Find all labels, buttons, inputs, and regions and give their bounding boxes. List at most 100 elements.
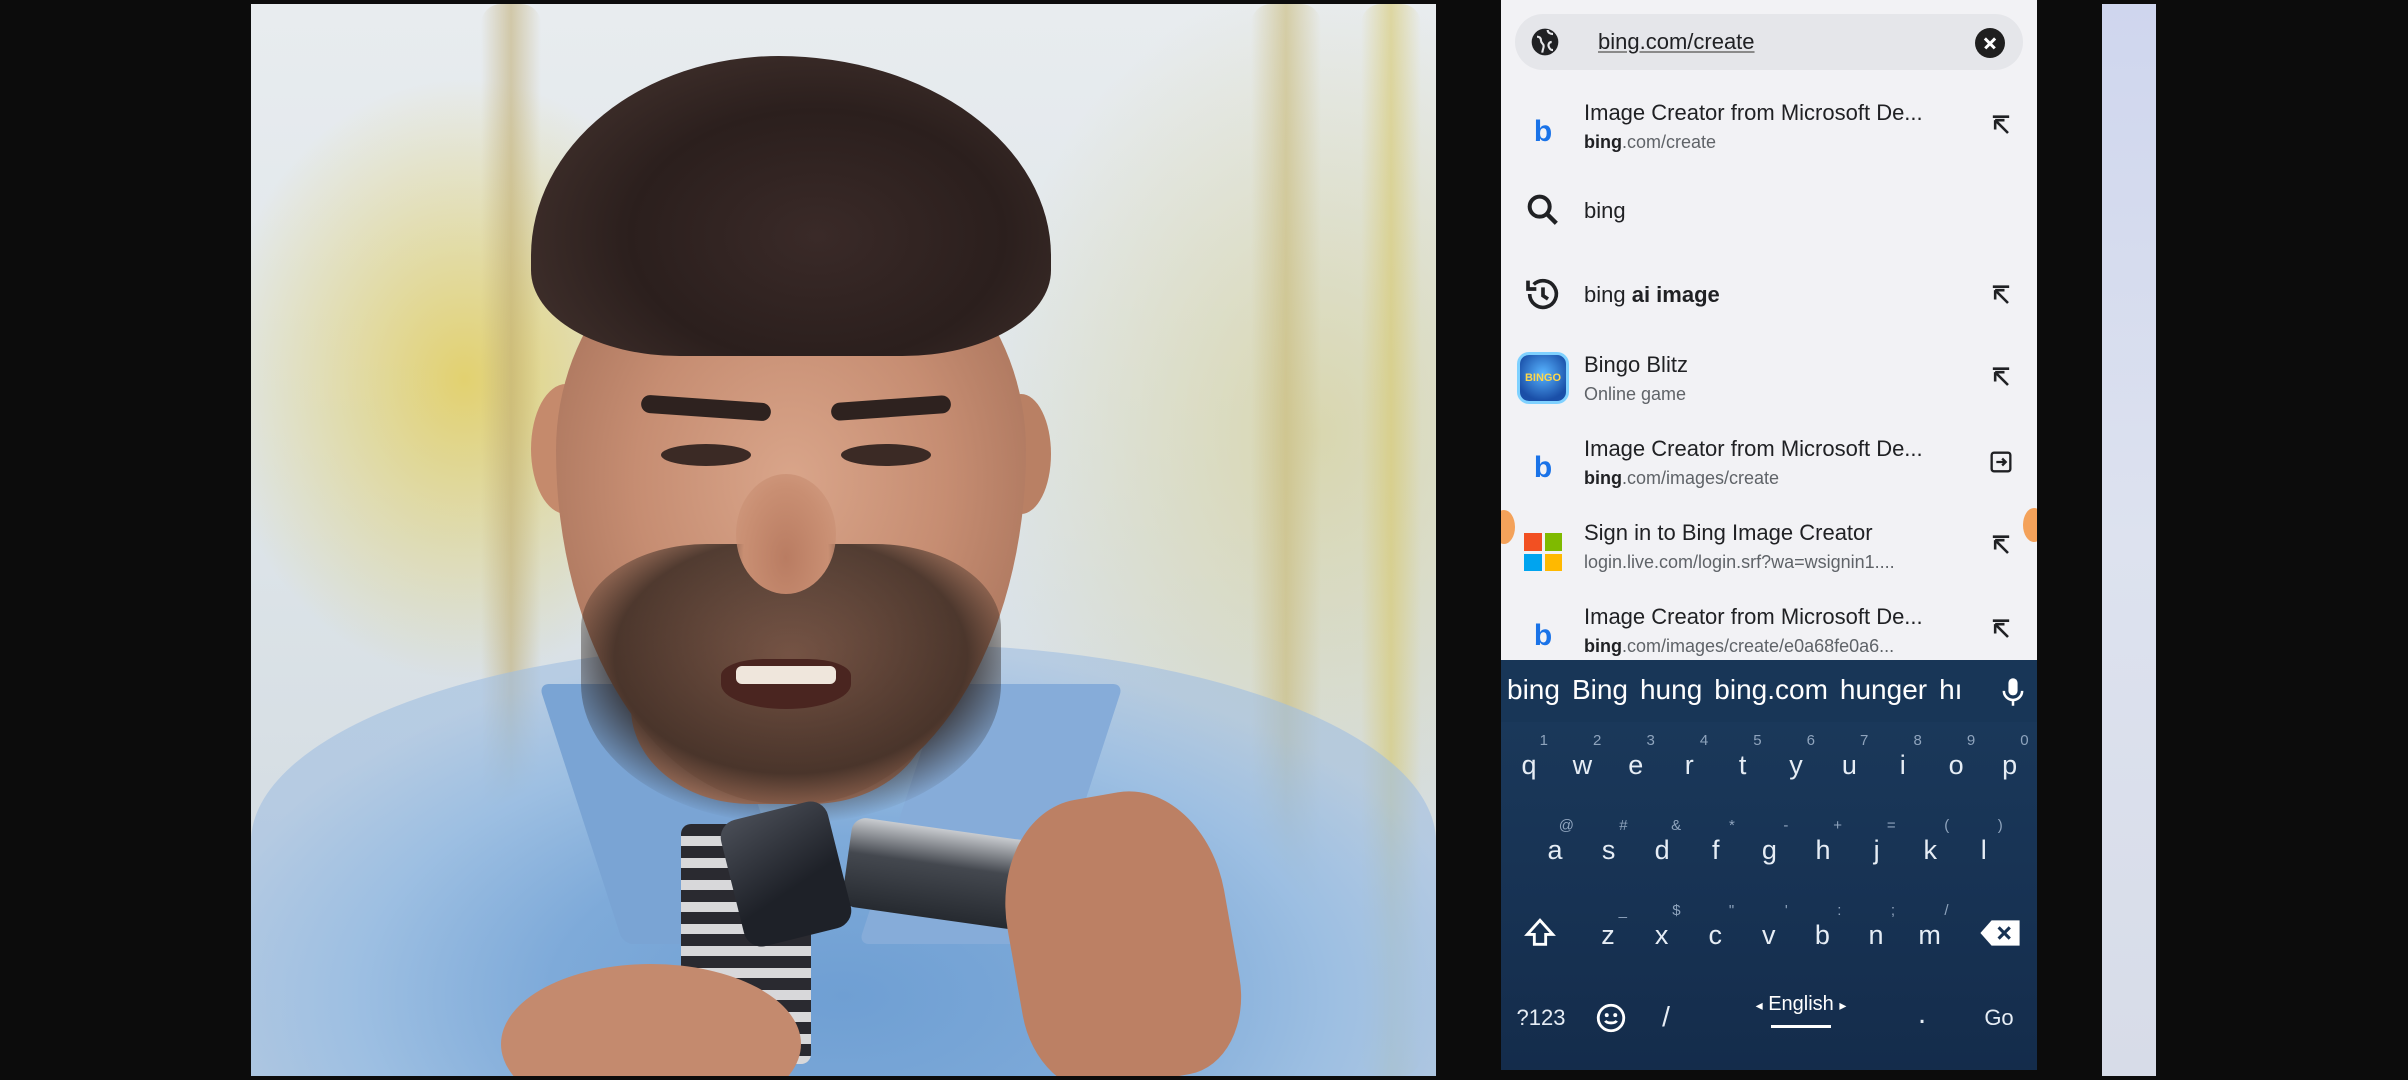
key-k[interactable]: (k [1905, 815, 1955, 885]
suggestion-item[interactable]: b Image Creator from Microsoft De... bin… [1501, 420, 2037, 504]
suggestion-url: login.live.com/login.srf?wa=wsignin1.... [1584, 552, 1895, 572]
keyboard-bottom-row: ?123 / ◂ English ▸ . Go [1501, 985, 2037, 1070]
key-r[interactable]: 4r [1664, 730, 1714, 800]
mic-icon[interactable] [1999, 676, 2027, 708]
key-hint: - [1783, 817, 1789, 834]
keyboard-row: @ a # s & d * f - g + h = j(k) l [1501, 815, 2037, 885]
key-m[interactable]: / m [1905, 900, 1955, 970]
symbols-key[interactable]: ?123 [1511, 1005, 1571, 1031]
key-letter: o [1948, 750, 1964, 780]
key-o[interactable]: 9o [1931, 730, 1981, 800]
arrow-up-left-icon[interactable] [1987, 282, 2015, 310]
key-e[interactable]: 3e [1611, 730, 1661, 800]
space-bar-underline [1771, 1025, 1831, 1028]
key-letter: p [2002, 750, 2018, 780]
key-g[interactable]: -g [1744, 815, 1794, 885]
key-t[interactable]: 5t [1718, 730, 1768, 800]
key-letter: v [1762, 920, 1776, 950]
key-letter: d [1654, 835, 1670, 865]
suggestion-url: bing.com/create [1584, 132, 1717, 152]
backspace-icon[interactable] [1979, 918, 2021, 948]
key-hint: 5 [1753, 732, 1762, 749]
arrow-up-left-icon[interactable] [1987, 364, 2015, 392]
key-d[interactable]: & d [1637, 815, 1687, 885]
adjacent-frame-strip [2102, 4, 2156, 1076]
suggestion-title: bing ai image [1584, 282, 1720, 307]
search-icon [1527, 194, 1558, 225]
key-letter: j [1873, 835, 1880, 865]
key-letter: g [1761, 835, 1777, 865]
key-h[interactable]: + h [1798, 815, 1848, 885]
key-letter: s [1601, 835, 1616, 865]
key-hint: ; [1890, 902, 1895, 919]
keyboard-suggestion[interactable]: hung [1640, 674, 1702, 705]
key-p[interactable]: 0p [1985, 730, 2035, 800]
key-hint: 4 [1699, 732, 1709, 749]
url-text[interactable]: bing.com/create [1598, 29, 1755, 55]
key-hint: ' [1784, 902, 1788, 919]
key-j[interactable]: = j [1852, 815, 1902, 885]
shift-icon[interactable] [1523, 916, 1557, 950]
key-x[interactable]: $ x [1637, 900, 1687, 970]
key-letter: h [1815, 835, 1831, 865]
key-letter: z [1601, 920, 1615, 950]
keyboard-suggestion[interactable]: Bing [1572, 674, 1628, 705]
key-hint: : [1837, 902, 1842, 919]
key-letter: k [1923, 835, 1937, 865]
key-letter: m [1918, 920, 1941, 950]
suggestion-item[interactable]: bing [1501, 168, 2037, 252]
key-hint: * [1728, 817, 1735, 834]
key-u[interactable]: 7u [1824, 730, 1874, 800]
arrow-up-left-icon[interactable] [1987, 616, 2015, 644]
key-s[interactable]: # s [1584, 815, 1634, 885]
key-q[interactable]: 1q [1504, 730, 1554, 800]
suggestion-item[interactable]: Sign in to Bing Image Creator login.live… [1501, 504, 2037, 588]
keyboard-suggestion[interactable]: hunger [1840, 674, 1927, 705]
space-bar[interactable]: ◂ English ▸ [1731, 985, 1871, 1045]
key-c[interactable]: " c [1690, 900, 1740, 970]
key-hint: _ [1618, 902, 1627, 919]
key-f[interactable]: * f [1691, 815, 1741, 885]
arrow-up-left-icon[interactable] [1987, 532, 2015, 560]
key-hint: ( [1944, 817, 1950, 834]
key-hint: = [1886, 817, 1896, 834]
key-n[interactable]: ; n [1851, 900, 1901, 970]
address-bar[interactable]: bing.com/create [1515, 14, 2023, 70]
eye [661, 444, 751, 466]
key-letter: b [1814, 920, 1830, 950]
key-z[interactable]: _ z [1583, 900, 1633, 970]
keyboard-row: _ z $ x " c ' v: b; n / m [1501, 900, 2037, 970]
keyboard: bing Bing hung bing.com hunger hı 1q2w3e4r5t6… [1501, 660, 2037, 1070]
key-y[interactable]: 6y [1771, 730, 1821, 800]
key-hint: 8 [1913, 732, 1922, 749]
key-v[interactable]: ' v [1744, 900, 1794, 970]
clear-icon[interactable] [1975, 28, 2005, 58]
phone-screen: bing.com/create b Image Creator from Mic… [1501, 0, 2037, 1070]
suggestion-item[interactable]: BINGO Bingo Blitz Online game [1501, 336, 2037, 420]
open-in-tab-icon[interactable] [1987, 448, 2015, 476]
arrow-up-left-icon[interactable] [1987, 112, 2015, 140]
slash-key[interactable]: / [1646, 1001, 1686, 1033]
keyboard-suggestion[interactable]: hı [1939, 674, 1962, 705]
keyboard-suggestion-strip: bing Bing hung bing.com hunger hı [1501, 660, 2037, 722]
key-hint: 9 [1966, 732, 1976, 749]
key-w[interactable]: 2w [1557, 730, 1607, 800]
emoji-icon[interactable] [1594, 1001, 1628, 1035]
keyboard-suggestion[interactable]: bing [1507, 674, 1560, 705]
nose [736, 474, 836, 594]
history-icon [1526, 278, 1559, 310]
key-i[interactable]: 8i [1878, 730, 1928, 800]
key-l[interactable]: ) l [1959, 815, 2009, 885]
key-a[interactable]: @ a [1530, 815, 1580, 885]
suggestion-item[interactable]: b Image Creator from Microsoft De... bin… [1501, 84, 2037, 168]
suggestion-title: bing [1584, 198, 1626, 223]
suggestion-item[interactable]: bing ai image [1501, 252, 2037, 336]
keyboard-suggestion[interactable]: bing.com [1714, 674, 1828, 705]
period-key[interactable]: . [1907, 997, 1937, 1031]
go-key[interactable]: Go [1971, 1005, 2027, 1031]
key-b[interactable]: :b [1797, 900, 1847, 970]
suggestion-title: Image Creator from Microsoft De... [1584, 100, 1923, 125]
key-hint: 6 [1806, 732, 1815, 749]
suggestion-title: Bingo Blitz [1584, 352, 1688, 377]
key-hint: ) [1997, 817, 2003, 834]
